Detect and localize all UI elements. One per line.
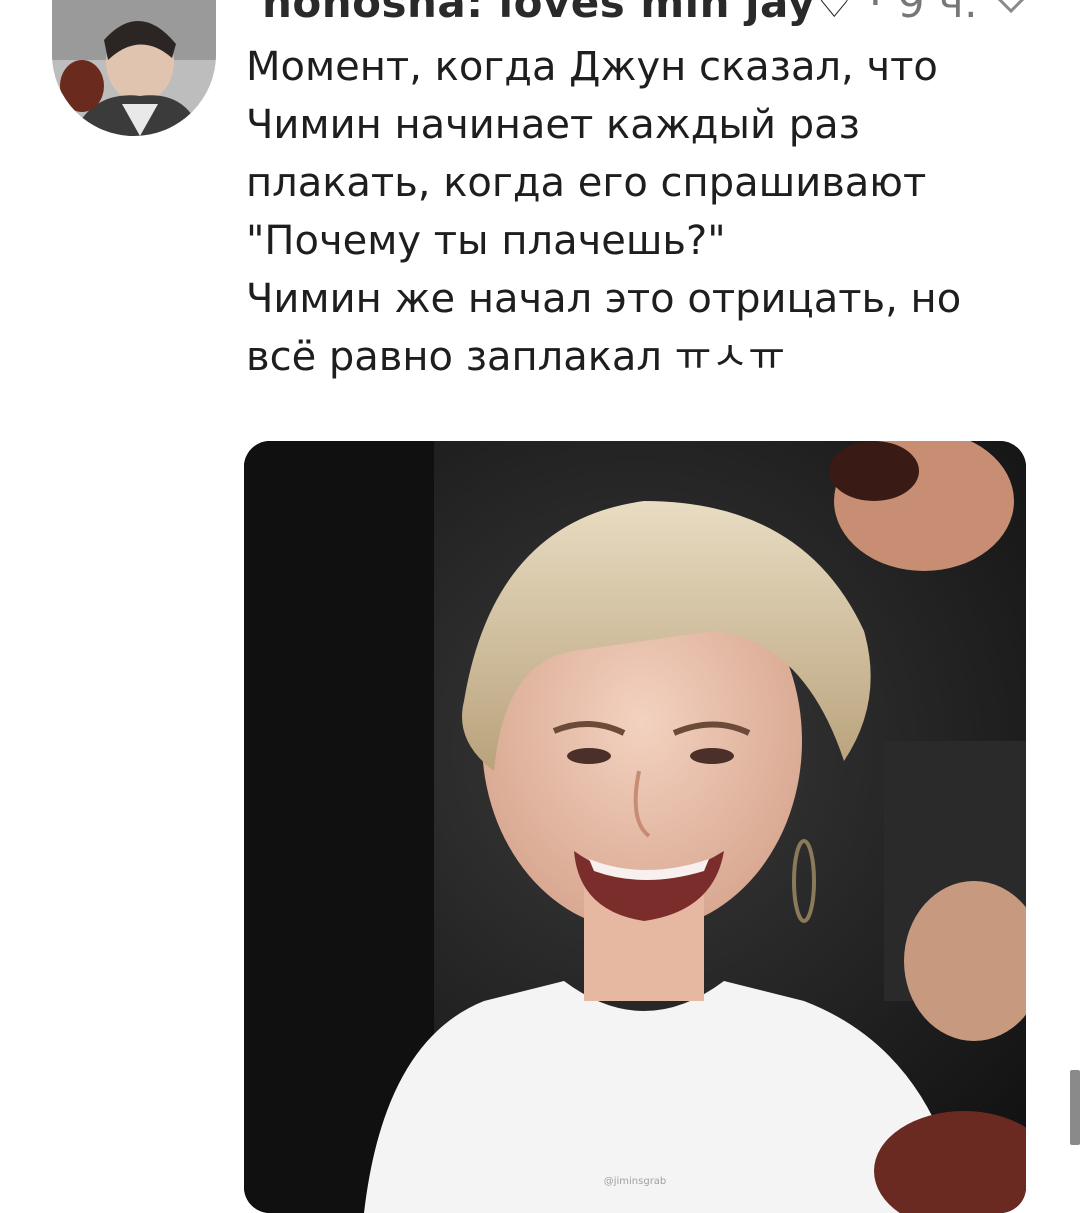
avatar[interactable] <box>52 0 216 136</box>
avatar-image <box>52 0 216 136</box>
header-separator: · <box>868 0 883 27</box>
post-text-line: Момент, когда Джун сказал, что <box>246 44 938 90</box>
post-header: nonosha: loves min jay♡ · 9 ч. <box>262 0 978 27</box>
post-text-line: плакать, когда его спрашивают <box>246 160 927 206</box>
post-time: 9 ч. <box>897 0 978 27</box>
post-text-line: "Почему ты плачешь?" <box>246 218 726 264</box>
media-photo <box>244 441 1026 1213</box>
post-media[interactable]: @jiminsgrab <box>244 441 1026 1213</box>
post-text-line: Чимин же начал это отрицать, но <box>246 276 962 322</box>
post-text-line: Чимин начинает каждый раз <box>246 102 860 148</box>
heart-icon: ♡ <box>815 0 854 27</box>
post-text-line: всё равно заплакал ㅠㅅㅠ <box>246 334 786 380</box>
media-watermark: @jiminsgrab <box>603 1176 667 1187</box>
post-text: Момент, когда Джун сказал, что Чимин нач… <box>246 38 1046 386</box>
author-name[interactable]: nonosha: loves min jay <box>262 0 815 27</box>
scrollbar[interactable] <box>1070 1070 1080 1145</box>
chevron-down-icon[interactable] <box>994 0 1028 16</box>
